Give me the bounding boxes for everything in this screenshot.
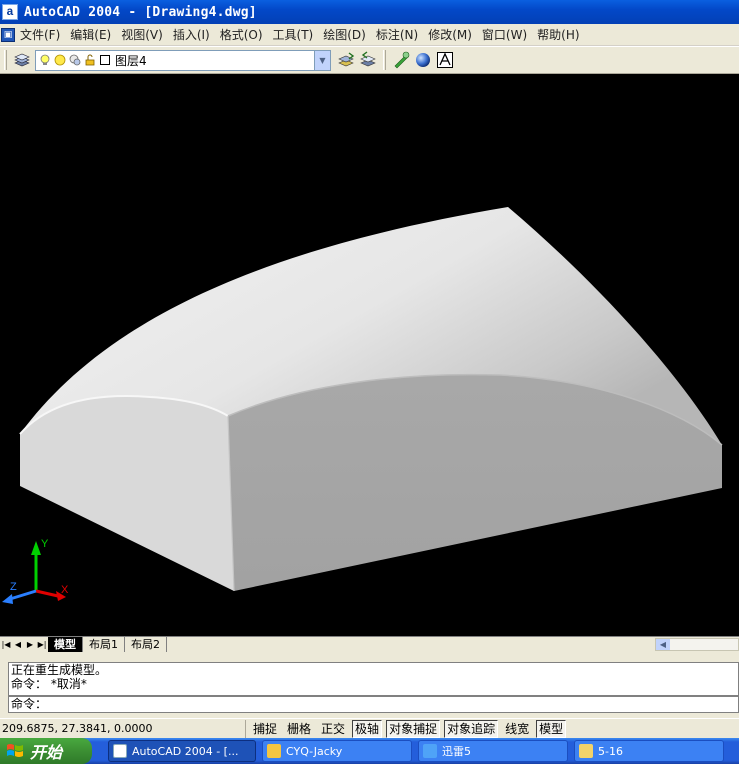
command-history: 正在重生成模型。 命令： *取消* (8, 662, 739, 696)
menu-draw[interactable]: 绘图(D) (321, 26, 374, 43)
last-tab-button[interactable]: ▶| (36, 638, 48, 652)
start-button[interactable]: 开始 (0, 738, 92, 764)
menu-dimension[interactable]: 标注(N) (374, 26, 426, 43)
snap-toggle[interactable]: 捕捉 (250, 720, 280, 738)
layer-manager-button[interactable] (11, 49, 33, 71)
layers-arrow-icon (338, 52, 355, 67)
windows-flag-icon (7, 744, 23, 757)
osnap-toggle[interactable]: 对象捕捉 (386, 719, 441, 738)
menu-modify[interactable]: 修改(M) (426, 26, 480, 43)
tab-model[interactable]: 模型 (48, 637, 83, 652)
tab-layout1[interactable]: 布局1 (83, 637, 125, 652)
task-autocad[interactable]: AutoCAD 2004 - [... (108, 740, 256, 762)
task-label: 5-16 (598, 744, 623, 758)
ucs-y-label: Y (41, 538, 49, 550)
render-button[interactable] (390, 49, 412, 71)
autocad-icon: a (2, 4, 18, 20)
task-label: 迅雷5 (442, 745, 471, 758)
windows-taskbar: 开始 AutoCAD 2004 - [... CYQ-Jacky 迅雷5 5-1… (0, 738, 739, 764)
sun-icon (54, 54, 66, 66)
toolbar-grip-2[interactable] (383, 50, 386, 70)
lightbulb-icon (40, 54, 50, 65)
window-title: AutoCAD 2004 - [Drawing4.dwg] (24, 4, 257, 20)
chevron-down-icon[interactable]: ▼ (314, 50, 330, 70)
ortho-toggle[interactable]: 正交 (318, 720, 348, 738)
menu-insert[interactable]: 插入(I) (171, 26, 218, 43)
layer-dropdown[interactable]: 图层4 ▼ (35, 49, 331, 71)
menu-file[interactable]: 文件(F) (18, 26, 68, 43)
make-object-layer-current-button[interactable] (335, 49, 357, 71)
command-prompt: 命令： (11, 697, 48, 711)
otrack-toggle[interactable]: 对象追踪 (444, 719, 499, 738)
first-tab-button[interactable]: |◀ (0, 638, 12, 652)
folder-chat-icon (267, 744, 281, 758)
coordinate-readout[interactable]: 209.6875, 27.3841, 0.0000 (0, 719, 246, 738)
command-input[interactable]: 命令： (8, 696, 739, 713)
drawing-viewport[interactable]: Y Z X (0, 75, 739, 636)
solid-front-face (228, 374, 722, 591)
folder-icon (579, 744, 593, 758)
command-history-line: 命令： *取消* (11, 677, 87, 691)
lineweight-toggle[interactable]: 线宽 (502, 720, 532, 738)
autocad-task-icon (113, 744, 127, 758)
layers-stack-icon (14, 53, 30, 67)
menu-bar: ▣ 文件(F) 编辑(E) 视图(V) 插入(I) 格式(O) 工具(T) 绘图… (0, 24, 739, 46)
viewport-freeze-icon (69, 54, 81, 66)
layout-tab-bar: |◀ ◀ ▶ ▶| 模型 布局1 布局2 ◀ (0, 636, 739, 652)
current-layer-name: 图层4 (115, 53, 147, 68)
color-swatch-icon (100, 55, 110, 65)
prev-tab-button[interactable]: ◀ (12, 638, 24, 652)
lock-open-icon (85, 54, 95, 66)
xunlei-icon (423, 744, 437, 758)
materials-button[interactable] (412, 49, 434, 71)
start-label: 开始 (30, 743, 63, 762)
layers-toolbar: 图层4 ▼ (0, 46, 739, 74)
polar-toggle[interactable]: 极轴 (352, 719, 383, 738)
menu-view[interactable]: 视图(V) (119, 26, 171, 43)
next-tab-button[interactable]: ▶ (24, 638, 36, 652)
horizontal-scrollbar[interactable]: ◀ (655, 638, 739, 651)
text-a-icon (437, 52, 453, 68)
text-style-button[interactable] (434, 49, 456, 71)
title-bar: a AutoCAD 2004 - [Drawing4.dwg] (0, 0, 739, 24)
task-folder-5-16[interactable]: 5-16 (574, 740, 724, 762)
menu-edit[interactable]: 编辑(E) (68, 26, 119, 43)
tab-layout2[interactable]: 布局2 (125, 637, 167, 652)
task-label: AutoCAD 2004 - [... (132, 744, 239, 758)
layer-previous-button[interactable] (357, 49, 379, 71)
layers-previous-icon (360, 51, 376, 67)
ucs-x-label: X (61, 584, 69, 596)
document-icon[interactable]: ▣ (1, 27, 15, 42)
command-window: 正在重生成模型。 命令： *取消* 命令： (0, 652, 739, 718)
menu-tools[interactable]: 工具(T) (271, 26, 322, 43)
model-space-toggle[interactable]: 模型 (536, 719, 567, 738)
task-cyq-jacky[interactable]: CYQ-Jacky (262, 740, 412, 762)
model-canvas[interactable]: Y Z X (0, 75, 739, 636)
toolbar-grip[interactable] (4, 50, 7, 70)
grid-toggle[interactable]: 栅格 (284, 720, 314, 738)
task-label: CYQ-Jacky (286, 744, 343, 758)
status-bar: 209.6875, 27.3841, 0.0000 捕捉 栅格 正交 极轴 对象… (0, 718, 739, 738)
ucs-icon: Y Z X (2, 538, 69, 604)
menu-format[interactable]: 格式(O) (218, 26, 271, 43)
scroll-left-icon[interactable]: ◀ (656, 639, 670, 650)
menu-help[interactable]: 帮助(H) (535, 26, 587, 43)
task-xunlei[interactable]: 迅雷5 (418, 740, 568, 762)
menu-window[interactable]: 窗口(W) (480, 26, 535, 43)
sphere-icon (416, 53, 430, 67)
ucs-z-label: Z (10, 581, 17, 593)
solid-left-face (20, 395, 234, 591)
command-history-line: 正在重生成模型。 (11, 663, 108, 677)
render-pencil-icon (394, 51, 410, 69)
